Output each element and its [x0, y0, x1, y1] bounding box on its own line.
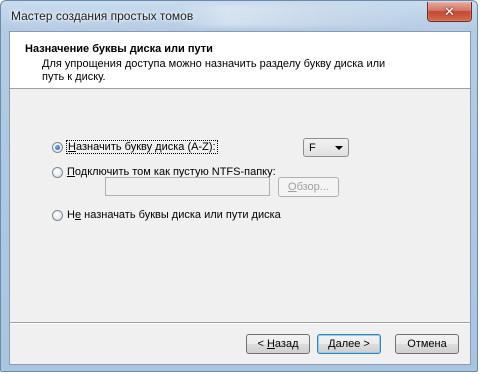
assign-letter-option[interactable]: Назначить букву диска (A-Z):	[52, 140, 218, 154]
no-letter-option[interactable]: Не назначать буквы диска или пути диска	[52, 209, 281, 221]
title-bar[interactable]: Мастер создания простых томов ✕	[1, 1, 477, 31]
mount-folder-radio[interactable]	[52, 166, 63, 178]
wizard-window: Мастер создания простых томов ✕ Назначен…	[0, 0, 478, 372]
title-bar-glass	[176, 5, 426, 27]
browse-label: Обзор...	[288, 181, 329, 193]
wizard-client-area: Назначение буквы диска или пути Для упро…	[9, 31, 471, 365]
cancel-button[interactable]: Отмена	[395, 334, 459, 354]
drive-letter-select[interactable]: F	[303, 138, 349, 157]
window-title: Мастер создания простых томов	[11, 9, 194, 23]
folder-path-input[interactable]	[105, 177, 270, 196]
no-letter-label[interactable]: Не назначать буквы диска или пути диска	[67, 209, 281, 221]
next-button[interactable]: Далее >	[317, 334, 381, 354]
page-subtitle: Для упрощения доступа можно назначить ра…	[42, 58, 386, 83]
next-label: Далее >	[328, 338, 370, 350]
back-button[interactable]: < Назад	[246, 334, 310, 354]
assign-letter-label[interactable]: Назначить букву диска (A-Z):	[66, 140, 218, 154]
drive-letter-value: F	[309, 142, 316, 154]
close-button[interactable]: ✕	[427, 2, 472, 22]
no-letter-radio[interactable]	[52, 209, 63, 221]
close-icon: ✕	[444, 3, 455, 19]
assign-letter-radio[interactable]	[52, 141, 63, 153]
page-title: Назначение буквы диска или пути	[25, 43, 213, 55]
chevron-down-icon	[335, 146, 343, 150]
back-label: < Назад	[257, 338, 299, 350]
footer-divider	[10, 322, 470, 324]
wizard-header: Назначение буквы диска или пути Для упро…	[10, 32, 470, 89]
cancel-label: Отмена	[407, 338, 447, 350]
browse-button[interactable]: Обзор...	[278, 177, 339, 197]
